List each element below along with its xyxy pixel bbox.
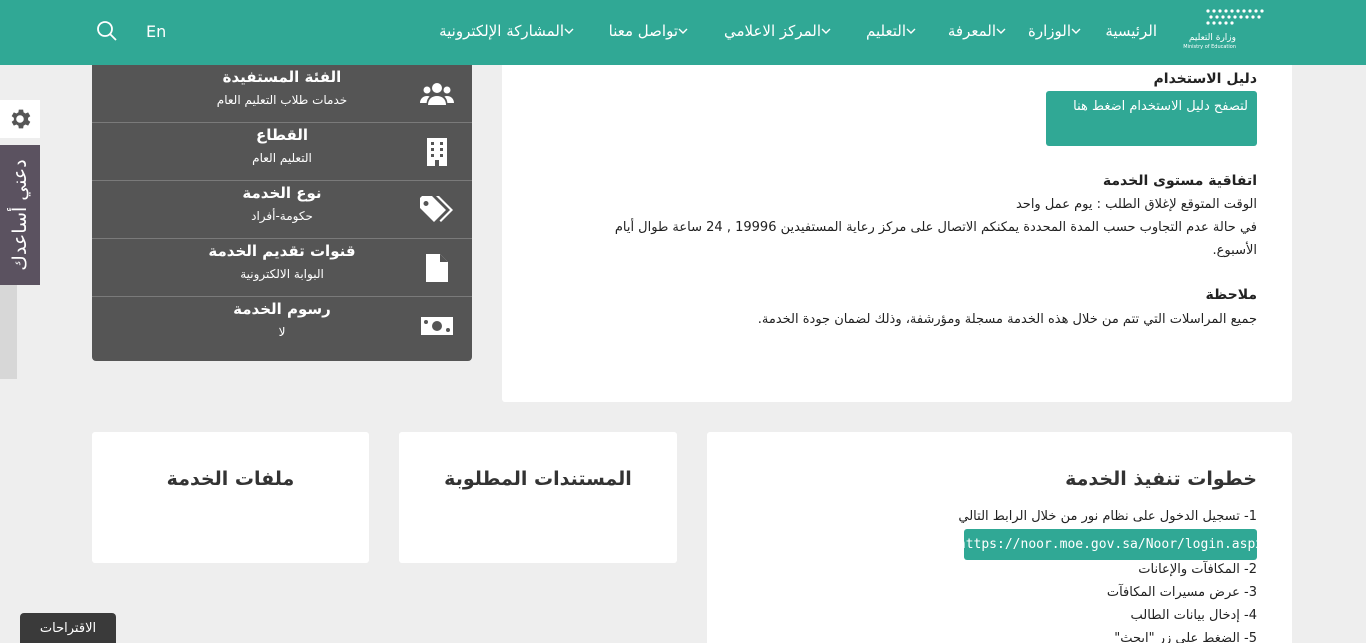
info-value: لا [278,325,286,339]
side-scroll-strip [0,285,17,379]
guide-button[interactable]: لتصفح دليل الاستخدام اضغط هنا [1046,91,1257,146]
chevron-down-icon [678,28,688,34]
money-icon [420,311,454,341]
service-details-card: دليل الاستخدام لتصفح دليل الاستخدام اضغط… [502,65,1292,402]
required-documents-title: المستندات المطلوبة [444,468,632,490]
nav-media-center[interactable]: المركز الاعلامي [724,22,837,40]
help-me-label: دعني أساعدك [9,159,31,271]
nav-home-label: الرئيسية [1105,22,1157,40]
nav-ministry-label: الوزارة [1027,22,1071,40]
svg-text:وزارة التعليم: وزارة التعليم [1189,33,1236,43]
nav-knowledge-label: المعرفة [947,22,996,40]
nav-media-center-label: المركز الاعلامي [723,22,821,40]
info-title: نوع الخدمة [242,184,322,202]
chevron-down-icon [1071,28,1081,34]
chevron-down-icon [821,28,831,34]
info-sector: القطاع التعليم العام [92,123,472,181]
top-navbar: وزارة التعليم Ministry of Education الرئ… [0,0,1366,65]
step-2: 2- المكافآت والإعانات [1138,562,1257,577]
info-beneficiary: الفئة المستفيدة خدمات طلاب التعليم العام [92,65,472,123]
nav-home[interactable]: الرئيسية [1105,22,1157,40]
chevron-down-icon [564,28,574,34]
info-title: القطاع [255,126,309,144]
info-fees: رسوم الخدمة لا [92,297,472,355]
nav-e-participation-label: المشاركة الإلكترونية [439,22,564,40]
svg-text:Ministry of Education: Ministry of Education [1183,44,1236,50]
service-files-title: ملفات الخدمة [166,468,295,490]
guide-title: دليل الاستخدام [1153,71,1257,87]
nav-contact-label: تواصل معنا [608,22,678,40]
info-channels: قنوات تقديم الخدمة البوابة الالكترونية [92,239,472,297]
service-info-panel: الفئة المستفيدة خدمات طلاب التعليم العام… [92,65,472,361]
info-title: رسوم الخدمة [233,300,331,318]
info-value: البوابة الالكترونية [240,267,324,281]
info-value: التعليم العام [252,151,312,165]
settings-button[interactable] [0,100,40,138]
search-icon[interactable] [96,20,118,42]
note-title: ملاحظة [1205,287,1257,303]
ministry-logo[interactable]: وزارة التعليم Ministry of Education [1174,5,1266,51]
info-title: قنوات تقديم الخدمة [208,242,356,260]
users-icon [420,79,454,109]
sla-expected-time: الوقت المتوقع لإغلاق الطلب : يوم عمل واح… [1015,197,1257,212]
sla-contact-text: في حالة عدم التجاوب حسب المدة المحددة يم… [614,220,1257,258]
info-service-type: نوع الخدمة حكومة-أفراد [92,181,472,239]
gear-icon [11,109,31,129]
chevron-down-icon [906,28,916,34]
step-5: 5- الضغط على زر "ابحث" [1114,631,1257,643]
info-value: خدمات طلاب التعليم العام [216,93,348,107]
nav-contact[interactable]: تواصل معنا [609,22,694,40]
note-text: جميع المراسلات التي تتم من خلال هذه الخد… [757,312,1257,327]
noor-login-link[interactable]: https://noor.moe.gov.sa/Noor/login.aspx [958,529,1263,560]
step-3: 3- عرض مسيرات المكافآت [1106,585,1257,600]
suggestions-button[interactable]: الاقتراحات [20,613,116,643]
building-icon [420,137,454,167]
file-icon [420,253,454,283]
step-1: 1- تسجيل الدخول على نظام نور من خلال الر… [958,509,1257,524]
language-toggle[interactable]: En [146,22,166,41]
required-documents-card: المستندات المطلوبة [399,432,677,563]
info-title: الفئة المستفيدة [222,68,342,86]
nav-e-participation[interactable]: المشاركة الإلكترونية [439,22,580,40]
step-4: 4- إدخال بيانات الطالب [1130,608,1257,623]
service-files-card: ملفات الخدمة [92,432,369,563]
sla-title: اتفاقية مستوى الخدمة [1102,173,1257,189]
chevron-down-icon [996,28,1006,34]
info-value: حكومة-أفراد [251,209,313,223]
steps-title: خطوات تنفيذ الخدمة [1065,468,1257,490]
nav-ministry[interactable]: الوزارة [1028,22,1087,40]
nav-knowledge[interactable]: المعرفة [948,22,1012,40]
help-me-tab[interactable]: دعني أساعدك [0,145,40,285]
nav-education-label: التعليم [866,22,906,40]
service-steps-card: خطوات تنفيذ الخدمة 1- تسجيل الدخول على ن… [707,432,1292,643]
tags-icon [420,195,454,225]
nav-education[interactable]: التعليم [866,22,922,40]
